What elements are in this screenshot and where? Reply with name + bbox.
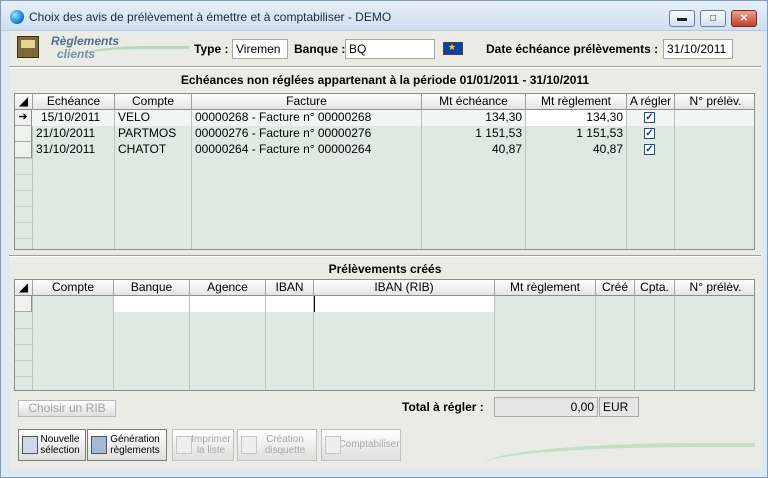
col-compte[interactable]: Compte — [115, 94, 192, 110]
prelevements-grid[interactable]: ◢ Compte Banque Agence IBAN IBAN (RIB) M… — [14, 279, 755, 391]
window-title: Choix des avis de prélèvement à émettre … — [29, 10, 392, 24]
cell-num-prelev[interactable] — [675, 110, 754, 126]
col-echeance[interactable]: Echéance — [33, 94, 115, 110]
cell-iban[interactable] — [266, 296, 314, 312]
cell-mt-echeance[interactable]: 40,87 — [422, 142, 526, 158]
app-icon — [10, 10, 24, 24]
cell-echeance[interactable]: 15/10/2011 — [33, 110, 115, 126]
table-row[interactable]: ➔ 15/10/2011 VELO 00000268 - Facture n° … — [15, 110, 754, 126]
cell-mt-reglement[interactable]: 134,30 — [526, 110, 627, 126]
cell-agence[interactable] — [190, 296, 266, 312]
echeances-grid[interactable]: ◢ Echéance Compte Facture Mt échéance Mt… — [14, 93, 755, 250]
a-regler-checkbox[interactable]: ✓ — [644, 144, 655, 155]
prelevements-title: Prélèvements créés — [328, 262, 442, 276]
echeances-title: Echéances non réglées appartenant à la p… — [180, 73, 590, 87]
logo-swoosh — [85, 46, 189, 60]
a-regler-checkbox[interactable]: ✓ — [644, 112, 655, 123]
cell-echeance[interactable]: 31/10/2011 — [33, 142, 115, 158]
row-selector[interactable] — [15, 126, 32, 142]
cell-a-regler[interactable]: ✓ — [627, 126, 675, 142]
col-agence[interactable]: Agence — [190, 280, 266, 296]
printer-icon — [176, 436, 192, 454]
floppy-disk-icon — [241, 436, 257, 454]
cell-compte[interactable]: VELO — [115, 110, 192, 126]
main-window: Choix des avis de prélèvement à émettre … — [0, 0, 768, 478]
col-mt-reglement[interactable]: Mt règlement — [526, 94, 627, 110]
form-body: Règlements clients Type : Viremen Banque… — [9, 31, 761, 471]
imprimer-liste-button[interactable]: Imprimer la liste — [172, 429, 234, 461]
cell-facture[interactable]: 00000276 - Facture n° 00000276 — [192, 126, 422, 142]
cell-mt-echeance[interactable]: 1 151,53 — [422, 126, 526, 142]
table-row[interactable]: 21/10/2011 PARTMOS 00000276 - Facture n°… — [15, 126, 754, 142]
date-echeance-label: Date échéance prélèvements : — [486, 42, 659, 56]
row-selector[interactable] — [15, 142, 32, 158]
total-field: 0,00 — [494, 397, 598, 417]
banque-field[interactable]: BQ — [345, 39, 435, 59]
cell-num-prelev[interactable] — [675, 142, 754, 158]
maximize-button[interactable]: □ — [700, 10, 726, 27]
prelevements-header-row: ◢ Compte Banque Agence IBAN IBAN (RIB) M… — [15, 280, 754, 296]
date-echeance-field[interactable]: 31/10/2011 — [663, 39, 733, 59]
type-label: Type : — [194, 42, 229, 56]
table-row[interactable]: 31/10/2011 CHATOT 00000264 - Facture n° … — [15, 142, 754, 158]
col-mt-echeance[interactable]: Mt échéance — [422, 94, 526, 110]
logo-text-line1: Règlements — [51, 34, 120, 48]
choisir-rib-button[interactable]: Choisir un RIB — [18, 400, 116, 417]
cell-banque[interactable] — [114, 296, 190, 312]
prelevement-edit-row[interactable] — [15, 296, 754, 312]
col-a-regler[interactable]: A régler — [627, 94, 675, 110]
cell-mt-reglement[interactable]: 1 151,53 — [526, 126, 627, 142]
col-num-prelev[interactable]: N° prélèv. — [675, 280, 754, 296]
col-cpta[interactable]: Cpta. — [635, 280, 675, 296]
generation-reglements-button[interactable]: Génération règlements — [87, 429, 167, 461]
col-facture[interactable]: Facture — [192, 94, 422, 110]
cell-compte[interactable]: CHATOT — [115, 142, 192, 158]
currency-field: EUR — [599, 397, 639, 417]
cell-mt-reglement[interactable]: 40,87 — [526, 142, 627, 158]
current-row-arrow-icon[interactable]: ➔ — [15, 110, 32, 126]
separator — [9, 255, 761, 257]
document-list-icon — [22, 436, 38, 454]
close-button[interactable]: ✕ — [731, 10, 757, 27]
col-iban[interactable]: IBAN — [266, 280, 314, 296]
cell-echeance[interactable]: 21/10/2011 — [33, 126, 115, 142]
accounting-icon — [325, 436, 341, 454]
euro-flag-icon — [443, 42, 463, 55]
col-banque[interactable]: Banque — [114, 280, 190, 296]
cell-facture[interactable]: 00000268 - Facture n° 00000268 — [192, 110, 422, 126]
decorative-swoosh — [485, 443, 755, 469]
echeances-header-row: ◢ Echéance Compte Facture Mt échéance Mt… — [15, 94, 754, 110]
cell-iban-rib[interactable] — [314, 296, 495, 312]
cell-facture[interactable]: 00000264 - Facture n° 00000264 — [192, 142, 422, 158]
a-regler-checkbox[interactable]: ✓ — [644, 128, 655, 139]
nouvelle-selection-button[interactable]: Nouvelle sélection — [18, 429, 86, 461]
select-all-corner[interactable]: ◢ — [15, 94, 33, 110]
comptabiliser-button[interactable]: Comptabiliser — [321, 429, 401, 461]
money-icon — [17, 36, 39, 58]
total-label: Total à régler : — [402, 400, 484, 414]
col-compte[interactable]: Compte — [33, 280, 114, 296]
separator — [9, 66, 761, 68]
col-mt-reglement[interactable]: Mt règlement — [495, 280, 596, 296]
cell-compte[interactable]: PARTMOS — [115, 126, 192, 142]
cell-num-prelev[interactable] — [675, 126, 754, 142]
select-all-corner[interactable]: ◢ — [15, 280, 33, 296]
cell-mt-echeance[interactable]: 134,30 — [422, 110, 526, 126]
minimize-button[interactable]: ▬ — [669, 10, 695, 27]
type-field[interactable]: Viremen — [232, 39, 288, 59]
title-bar[interactable]: Choix des avis de prélèvement à émettre … — [1, 1, 767, 31]
logo-text-line2: clients — [57, 47, 96, 61]
col-cree[interactable]: Créé — [596, 280, 635, 296]
reglements-clients-logo: Règlements clients — [15, 34, 191, 62]
creation-disquette-button[interactable]: Création disquette — [237, 429, 317, 461]
cell-a-regler[interactable]: ✓ — [627, 142, 675, 158]
col-iban-rib[interactable]: IBAN (RIB) — [314, 280, 495, 296]
banque-label: Banque : — [294, 42, 346, 56]
bank-icon — [91, 436, 107, 454]
row-selector[interactable] — [15, 296, 32, 312]
col-num-prelev[interactable]: N° prélèv. — [675, 94, 754, 110]
cell-a-regler[interactable]: ✓ — [627, 110, 675, 126]
